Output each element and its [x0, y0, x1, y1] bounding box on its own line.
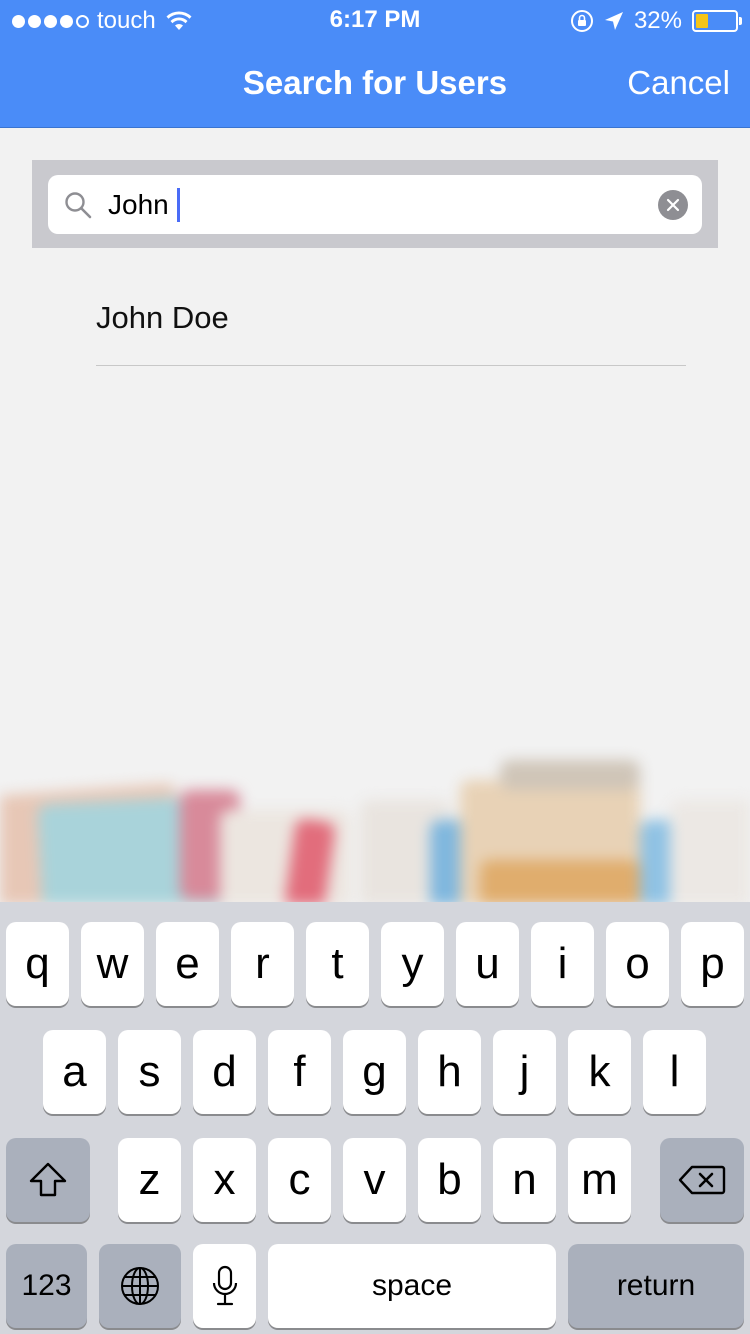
key-z[interactable]: z: [118, 1138, 181, 1222]
key-f[interactable]: f: [268, 1030, 331, 1114]
cancel-button[interactable]: Cancel: [627, 64, 730, 102]
key-label: a: [62, 1047, 87, 1096]
delete-key[interactable]: [660, 1138, 744, 1222]
navigation-bar: Search for Users Cancel: [0, 40, 750, 128]
key-label: t: [331, 939, 344, 988]
key-v[interactable]: v: [343, 1138, 406, 1222]
key-label: b: [437, 1155, 462, 1204]
numbers-key[interactable]: 123: [6, 1244, 87, 1328]
book-shape: [500, 760, 640, 790]
key-m[interactable]: m: [568, 1138, 631, 1222]
globe-key[interactable]: [99, 1244, 181, 1328]
key-y[interactable]: y: [381, 922, 444, 1006]
key-label: space: [371, 1269, 453, 1302]
rotation-lock-icon: [570, 10, 593, 32]
key-label: k: [588, 1047, 611, 1096]
book-shape: [480, 860, 640, 905]
search-query-text: John: [108, 189, 169, 220]
key-d[interactable]: d: [193, 1030, 256, 1114]
microphone-icon: [212, 1265, 237, 1306]
battery-percent: 32%: [633, 7, 682, 34]
status-bar: touch 6:17 PM 32%: [0, 0, 750, 40]
key-j[interactable]: j: [493, 1030, 556, 1114]
key-k[interactable]: k: [568, 1030, 631, 1114]
keyboard: q w e r t y u i o p a s d f g h j k l z …: [0, 902, 750, 1334]
key-label: r: [255, 939, 270, 988]
key-label: i: [557, 939, 568, 988]
search-field[interactable]: John: [48, 175, 702, 234]
shift-icon: [29, 1162, 67, 1197]
key-h[interactable]: h: [418, 1030, 481, 1114]
key-label: c: [288, 1155, 311, 1204]
key-x[interactable]: x: [193, 1138, 256, 1222]
key-w[interactable]: w: [81, 922, 144, 1006]
key-i[interactable]: i: [531, 922, 594, 1006]
search-input[interactable]: John: [108, 187, 180, 223]
key-a[interactable]: a: [43, 1030, 106, 1114]
key-c[interactable]: c: [268, 1138, 331, 1222]
return-key[interactable]: return: [568, 1244, 744, 1328]
top-bar: touch 6:17 PM 32% Search for Users Cance…: [0, 0, 750, 128]
key-label: e: [175, 939, 200, 988]
key-g[interactable]: g: [343, 1030, 406, 1114]
key-label: return: [616, 1269, 696, 1302]
key-label: x: [213, 1155, 236, 1204]
globe-icon: [121, 1267, 159, 1305]
dictation-key[interactable]: [193, 1244, 256, 1328]
status-right: 32%: [570, 7, 742, 35]
key-label: 123: [21, 1269, 72, 1302]
book-shape: [670, 800, 750, 905]
backspace-icon: [678, 1165, 726, 1195]
key-label: m: [581, 1155, 618, 1204]
key-t[interactable]: t: [306, 922, 369, 1006]
background-books-image: [0, 740, 750, 905]
key-label: l: [669, 1047, 680, 1096]
key-label: f: [293, 1047, 306, 1096]
search-icon: [65, 192, 92, 219]
key-b[interactable]: b: [418, 1138, 481, 1222]
key-label: v: [363, 1155, 386, 1204]
key-label: o: [625, 939, 650, 988]
battery-level-fill: [696, 14, 708, 28]
key-e[interactable]: e: [156, 922, 219, 1006]
key-o[interactable]: o: [606, 922, 669, 1006]
key-u[interactable]: u: [456, 922, 519, 1006]
key-r[interactable]: r: [231, 922, 294, 1006]
key-label: z: [138, 1155, 161, 1204]
key-label: w: [96, 939, 129, 988]
search-bar: John: [32, 160, 718, 248]
key-label: n: [512, 1155, 537, 1204]
key-label: s: [138, 1047, 161, 1096]
space-key[interactable]: space: [268, 1244, 556, 1328]
clear-icon[interactable]: [658, 190, 688, 220]
key-l[interactable]: l: [643, 1030, 706, 1114]
user-name: John Doe: [96, 300, 229, 335]
key-n[interactable]: n: [493, 1138, 556, 1222]
key-q[interactable]: q: [6, 922, 69, 1006]
close-icon: [666, 198, 680, 212]
text-cursor: [176, 188, 180, 222]
key-label: g: [362, 1047, 387, 1096]
list-item[interactable]: John Doe: [96, 276, 686, 366]
key-label: d: [212, 1047, 237, 1096]
key-s[interactable]: s: [118, 1030, 181, 1114]
battery-icon: [692, 10, 742, 32]
shift-key[interactable]: [6, 1138, 90, 1222]
key-label: y: [401, 939, 424, 988]
key-label: j: [519, 1047, 530, 1096]
key-label: h: [437, 1047, 462, 1096]
key-p[interactable]: p: [681, 922, 744, 1006]
key-label: p: [700, 939, 725, 988]
key-label: q: [25, 939, 50, 988]
key-label: u: [475, 939, 500, 988]
location-arrow-icon: [604, 12, 623, 30]
